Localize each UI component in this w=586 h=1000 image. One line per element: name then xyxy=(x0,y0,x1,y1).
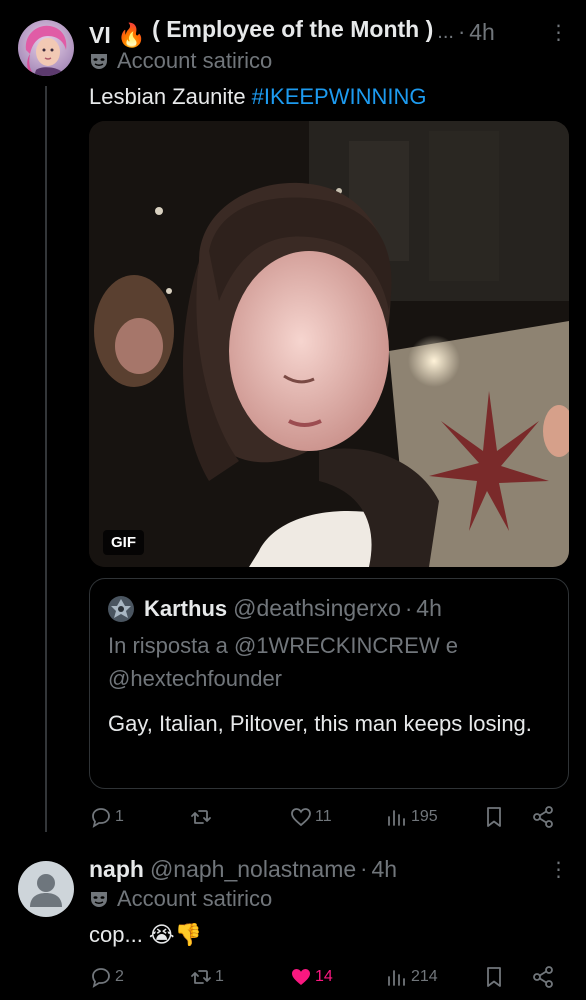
label-text: Account satirico xyxy=(117,48,273,73)
timestamp[interactable]: 4h xyxy=(469,19,495,46)
quote-header: Karthus @deathsingerxo · 4h xyxy=(108,595,442,622)
like-button[interactable]: 11 xyxy=(289,803,332,831)
handle[interactable]: @naph_nolastname xyxy=(150,856,356,883)
tweet-text: cop... 😭👎 xyxy=(89,922,203,947)
separator-dot: · xyxy=(457,19,466,44)
timestamp[interactable]: 4h xyxy=(372,856,398,883)
quote-avatar xyxy=(108,595,134,622)
automated-label[interactable]: Account satirico xyxy=(89,48,272,74)
bookmark-button[interactable] xyxy=(482,803,506,831)
reply-button[interactable]: 2 xyxy=(89,963,124,991)
share-icon xyxy=(533,806,553,828)
display-name[interactable]: naph xyxy=(89,856,144,883)
display-name[interactable]: VI 🔥 ( Employee of the Month ) xyxy=(89,16,433,49)
gif-badge: GIF xyxy=(103,530,144,555)
views-count: 214 xyxy=(411,968,438,985)
bookmark-icon xyxy=(487,807,501,827)
like-count: 14 xyxy=(315,968,333,985)
tweet-text: Lesbian Zaunite #IKEEPWINNING xyxy=(89,84,427,109)
heart-icon xyxy=(291,808,311,827)
reply-count: 1 xyxy=(115,808,124,825)
name-ellipsis: ... xyxy=(437,20,454,43)
reply-count: 2 xyxy=(115,968,124,985)
hashtag-link[interactable]: #IKEEPWINNING xyxy=(252,84,427,109)
repost-icon xyxy=(191,970,211,984)
quote-timestamp: 4h xyxy=(416,595,442,621)
quote-handle: @deathsingerxo xyxy=(233,595,401,621)
tweet-header: naph @naph_nolastname · 4h ⋮ xyxy=(89,855,570,883)
repost-button[interactable]: 1 xyxy=(189,963,224,991)
label-text: Account satirico xyxy=(117,886,273,911)
share-icon xyxy=(533,966,553,988)
tweet[interactable]: VI 🔥 ( Employee of the Month ) ... · 4h … xyxy=(0,0,586,845)
automated-label[interactable]: Account satirico xyxy=(89,886,272,912)
avatar[interactable] xyxy=(18,20,74,76)
bookmark-icon xyxy=(487,967,501,987)
quote-text: Gay, Italian, Piltover, this man keeps l… xyxy=(108,711,532,736)
views-icon xyxy=(388,970,405,986)
reply-icon xyxy=(92,808,110,828)
reply-icon xyxy=(92,968,110,988)
mask-icon xyxy=(91,54,107,69)
separator-dot: · xyxy=(404,595,413,621)
views-button[interactable]: 195 xyxy=(385,803,438,831)
avatar[interactable] xyxy=(18,861,74,917)
like-button[interactable]: 14 xyxy=(289,963,333,991)
tweet-header: VI 🔥 ( Employee of the Month ) ... · 4h … xyxy=(89,16,570,49)
views-icon xyxy=(388,810,405,826)
share-button[interactable] xyxy=(531,963,555,991)
repost-button[interactable] xyxy=(189,803,215,831)
separator-dot: · xyxy=(360,856,368,881)
repost-icon xyxy=(191,810,211,824)
mask-icon xyxy=(91,892,107,907)
reply-button[interactable]: 1 xyxy=(89,803,124,831)
action-bar: 1 11 195 xyxy=(89,803,569,831)
views-button[interactable]: 214 xyxy=(385,963,438,991)
bookmark-button[interactable] xyxy=(482,963,506,991)
quote-display-name: Karthus xyxy=(144,595,228,621)
quoted-tweet[interactable]: Karthus @deathsingerxo · 4h In risposta … xyxy=(89,578,569,789)
views-count: 195 xyxy=(411,808,438,825)
more-options-icon[interactable]: ⋮ xyxy=(546,857,570,882)
tweet[interactable]: naph @naph_nolastname · 4h ⋮ Account sat… xyxy=(0,845,586,1000)
gif-media[interactable]: GIF xyxy=(89,121,569,567)
share-button[interactable] xyxy=(531,803,555,831)
reply-context: In risposta a @1WRECKINCREW e @hextechfo… xyxy=(108,633,458,691)
like-count: 11 xyxy=(315,808,332,825)
action-bar: 2 1 14 214 xyxy=(89,963,569,991)
fire-emoji: 🔥 xyxy=(117,21,146,48)
repost-count: 1 xyxy=(215,968,224,985)
heart-icon xyxy=(292,969,310,985)
more-options-icon[interactable]: ⋮ xyxy=(546,20,570,45)
